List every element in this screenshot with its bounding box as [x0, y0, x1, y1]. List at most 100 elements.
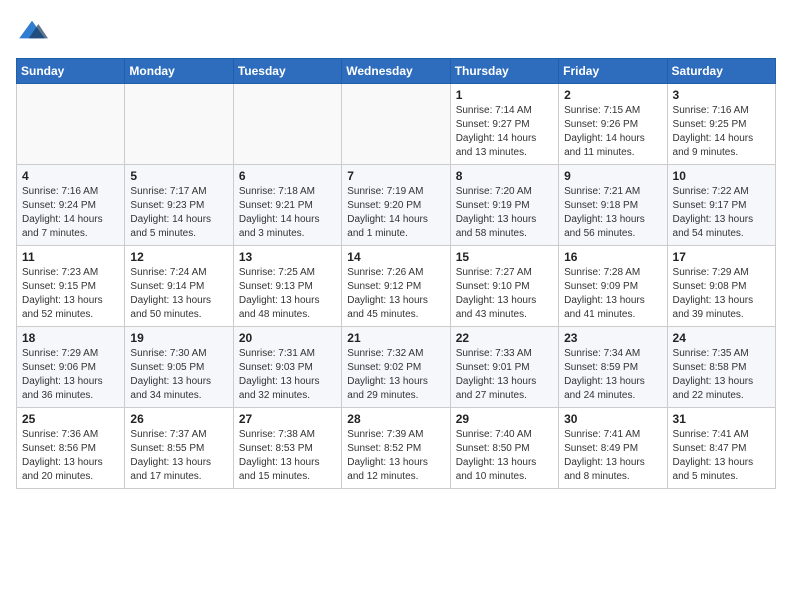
calendar-cell: 16 Sunrise: 7:28 AM Sunset: 9:09 PM Dayli…: [559, 246, 667, 327]
day-number: 16: [564, 250, 661, 264]
calendar-day-header: Thursday: [450, 59, 558, 84]
day-info: Sunrise: 7:29 AM Sunset: 9:06 PM Dayligh…: [22, 347, 119, 403]
day-number: 28: [347, 412, 444, 426]
calendar-day-header: Saturday: [667, 59, 775, 84]
calendar-header-row: SundayMondayTuesdayWednesdayThursdayFrid…: [17, 59, 776, 84]
day-info: Sunrise: 7:16 AM Sunset: 9:24 PM Dayligh…: [22, 185, 119, 241]
day-info: Sunrise: 7:38 AM Sunset: 8:53 PM Dayligh…: [239, 428, 336, 484]
day-info: Sunrise: 7:24 AM Sunset: 9:14 PM Dayligh…: [130, 266, 227, 322]
calendar-day-header: Monday: [125, 59, 233, 84]
day-number: 2: [564, 88, 661, 102]
calendar-cell: 26 Sunrise: 7:37 AM Sunset: 8:55 PM Dayli…: [125, 408, 233, 489]
calendar-week-row: 1 Sunrise: 7:14 AM Sunset: 9:27 PM Daylig…: [17, 84, 776, 165]
day-number: 24: [673, 331, 770, 345]
day-number: 8: [456, 169, 553, 183]
day-info: Sunrise: 7:14 AM Sunset: 9:27 PM Dayligh…: [456, 104, 553, 160]
calendar-cell: 28 Sunrise: 7:39 AM Sunset: 8:52 PM Dayli…: [342, 408, 450, 489]
calendar-cell: 24 Sunrise: 7:35 AM Sunset: 8:58 PM Dayli…: [667, 327, 775, 408]
day-number: 26: [130, 412, 227, 426]
header: [16, 16, 776, 48]
day-number: 10: [673, 169, 770, 183]
day-info: Sunrise: 7:25 AM Sunset: 9:13 PM Dayligh…: [239, 266, 336, 322]
day-info: Sunrise: 7:32 AM Sunset: 9:02 PM Dayligh…: [347, 347, 444, 403]
day-number: 6: [239, 169, 336, 183]
logo: [16, 16, 52, 48]
calendar-cell: [233, 84, 341, 165]
day-number: 17: [673, 250, 770, 264]
calendar-cell: 2 Sunrise: 7:15 AM Sunset: 9:26 PM Daylig…: [559, 84, 667, 165]
calendar-day-header: Friday: [559, 59, 667, 84]
day-info: Sunrise: 7:40 AM Sunset: 8:50 PM Dayligh…: [456, 428, 553, 484]
day-number: 12: [130, 250, 227, 264]
calendar-cell: 21Sunrise: 7:32 AM Sunset: 9:02 PM Dayli…: [342, 327, 450, 408]
calendar-week-row: 11 Sunrise: 7:23 AM Sunset: 9:15 PM Dayli…: [17, 246, 776, 327]
day-info: Sunrise: 7:26 AM Sunset: 9:12 PM Dayligh…: [347, 266, 444, 322]
calendar-cell: 29 Sunrise: 7:40 AM Sunset: 8:50 PM Dayli…: [450, 408, 558, 489]
day-info: Sunrise: 7:18 AM Sunset: 9:21 PM Dayligh…: [239, 185, 336, 241]
day-info: Sunrise: 7:36 AM Sunset: 8:56 PM Dayligh…: [22, 428, 119, 484]
calendar-day-header: Sunday: [17, 59, 125, 84]
day-info: Sunrise: 7:16 AM Sunset: 9:25 PM Dayligh…: [673, 104, 770, 160]
calendar-cell: 8 Sunrise: 7:20 AM Sunset: 9:19 PM Daylig…: [450, 165, 558, 246]
calendar-cell: 12 Sunrise: 7:24 AM Sunset: 9:14 PM Dayli…: [125, 246, 233, 327]
day-info: Sunrise: 7:27 AM Sunset: 9:10 PM Dayligh…: [456, 266, 553, 322]
calendar-week-row: 4 Sunrise: 7:16 AM Sunset: 9:24 PM Daylig…: [17, 165, 776, 246]
calendar-cell: 19 Sunrise: 7:30 AM Sunset: 9:05 PM Dayli…: [125, 327, 233, 408]
calendar-cell: [342, 84, 450, 165]
day-number: 9: [564, 169, 661, 183]
logo-icon: [16, 16, 48, 48]
calendar-day-header: Wednesday: [342, 59, 450, 84]
day-number: 7: [347, 169, 444, 183]
calendar-cell: 17Sunrise: 7:29 AM Sunset: 9:08 PM Dayli…: [667, 246, 775, 327]
day-info: Sunrise: 7:17 AM Sunset: 9:23 PM Dayligh…: [130, 185, 227, 241]
calendar-cell: 9 Sunrise: 7:21 AM Sunset: 9:18 PM Daylig…: [559, 165, 667, 246]
day-number: 27: [239, 412, 336, 426]
day-number: 31: [673, 412, 770, 426]
calendar-cell: 3 Sunrise: 7:16 AM Sunset: 9:25 PM Daylig…: [667, 84, 775, 165]
day-info: Sunrise: 7:37 AM Sunset: 8:55 PM Dayligh…: [130, 428, 227, 484]
day-info: Sunrise: 7:41 AM Sunset: 8:47 PM Dayligh…: [673, 428, 770, 484]
day-number: 14: [347, 250, 444, 264]
day-number: 23: [564, 331, 661, 345]
day-number: 29: [456, 412, 553, 426]
calendar-cell: 5Sunrise: 7:17 AM Sunset: 9:23 PM Daylig…: [125, 165, 233, 246]
day-info: Sunrise: 7:15 AM Sunset: 9:26 PM Dayligh…: [564, 104, 661, 160]
calendar-cell: 22 Sunrise: 7:33 AM Sunset: 9:01 PM Dayli…: [450, 327, 558, 408]
day-number: 4: [22, 169, 119, 183]
calendar-cell: 25 Sunrise: 7:36 AM Sunset: 8:56 PM Dayli…: [17, 408, 125, 489]
day-number: 20: [239, 331, 336, 345]
day-number: 13: [239, 250, 336, 264]
day-number: 11: [22, 250, 119, 264]
day-info: Sunrise: 7:35 AM Sunset: 8:58 PM Dayligh…: [673, 347, 770, 403]
calendar-cell: 11 Sunrise: 7:23 AM Sunset: 9:15 PM Dayli…: [17, 246, 125, 327]
calendar-cell: 13 Sunrise: 7:25 AM Sunset: 9:13 PM Dayli…: [233, 246, 341, 327]
day-info: Sunrise: 7:19 AM Sunset: 9:20 PM Dayligh…: [347, 185, 444, 241]
calendar-cell: [125, 84, 233, 165]
calendar-cell: 7 Sunrise: 7:19 AM Sunset: 9:20 PM Daylig…: [342, 165, 450, 246]
day-number: 25: [22, 412, 119, 426]
calendar-cell: 31 Sunrise: 7:41 AM Sunset: 8:47 PM Dayli…: [667, 408, 775, 489]
calendar-cell: 18Sunrise: 7:29 AM Sunset: 9:06 PM Dayli…: [17, 327, 125, 408]
calendar-cell: 15 Sunrise: 7:27 AM Sunset: 9:10 PM Dayli…: [450, 246, 558, 327]
day-number: 15: [456, 250, 553, 264]
calendar-cell: 27 Sunrise: 7:38 AM Sunset: 8:53 PM Dayli…: [233, 408, 341, 489]
day-number: 3: [673, 88, 770, 102]
day-info: Sunrise: 7:30 AM Sunset: 9:05 PM Dayligh…: [130, 347, 227, 403]
day-number: 1: [456, 88, 553, 102]
calendar-cell: 10 Sunrise: 7:22 AM Sunset: 9:17 PM Dayli…: [667, 165, 775, 246]
calendar-cell: 30Sunrise: 7:41 AM Sunset: 8:49 PM Dayli…: [559, 408, 667, 489]
calendar-cell: 20Sunrise: 7:31 AM Sunset: 9:03 PM Dayli…: [233, 327, 341, 408]
day-info: Sunrise: 7:33 AM Sunset: 9:01 PM Dayligh…: [456, 347, 553, 403]
day-info: Sunrise: 7:21 AM Sunset: 9:18 PM Dayligh…: [564, 185, 661, 241]
day-info: Sunrise: 7:22 AM Sunset: 9:17 PM Dayligh…: [673, 185, 770, 241]
calendar-cell: [17, 84, 125, 165]
day-info: Sunrise: 7:20 AM Sunset: 9:19 PM Dayligh…: [456, 185, 553, 241]
day-info: Sunrise: 7:34 AM Sunset: 8:59 PM Dayligh…: [564, 347, 661, 403]
day-number: 22: [456, 331, 553, 345]
day-number: 19: [130, 331, 227, 345]
day-info: Sunrise: 7:28 AM Sunset: 9:09 PM Dayligh…: [564, 266, 661, 322]
day-info: Sunrise: 7:39 AM Sunset: 8:52 PM Dayligh…: [347, 428, 444, 484]
calendar-cell: 6 Sunrise: 7:18 AM Sunset: 9:21 PM Daylig…: [233, 165, 341, 246]
day-info: Sunrise: 7:23 AM Sunset: 9:15 PM Dayligh…: [22, 266, 119, 322]
calendar-cell: 4 Sunrise: 7:16 AM Sunset: 9:24 PM Daylig…: [17, 165, 125, 246]
